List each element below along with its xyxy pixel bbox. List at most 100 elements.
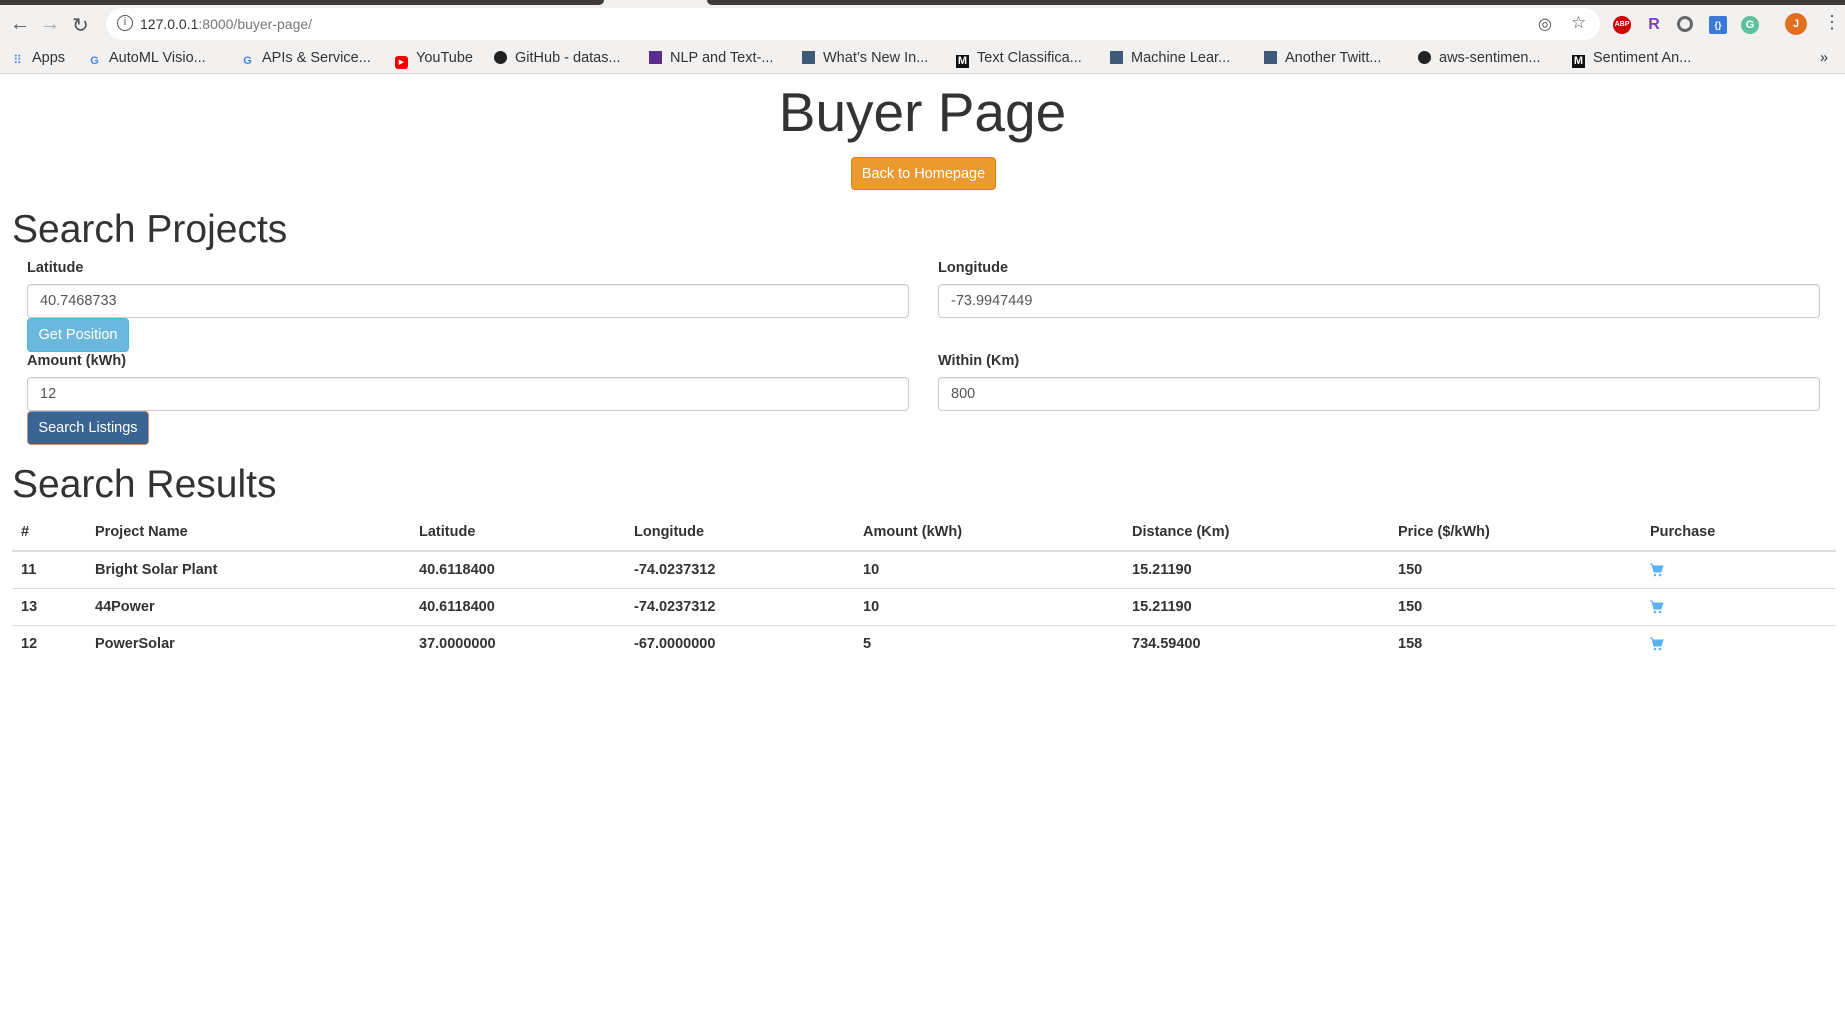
back-icon[interactable]: ← (10, 13, 30, 36)
search-listings-button[interactable]: Search Listings (27, 411, 149, 445)
address-bar[interactable]: i 127.0.0.1:8000/buyer-page/ ◎ ☆ (106, 8, 1600, 40)
bookmark-item[interactable]: NLP and Text-... (649, 50, 773, 66)
amount-label: Amount (kWh) (27, 353, 127, 369)
latitude-input[interactable] (27, 284, 909, 318)
bookmark-item[interactable]: aws-sentimen... (1418, 50, 1541, 66)
search-results-heading: Search Results (12, 463, 277, 506)
cell-col-price: 150 (1398, 599, 1423, 615)
github-icon (494, 51, 507, 64)
browser-toolbar: ← → ↻ i 127.0.0.1:8000/buyer-page/ ◎ ☆ A… (0, 5, 1845, 43)
bookmark-icon (649, 51, 662, 64)
google-icon: G (243, 55, 252, 67)
cell-col-project-name: Bright Solar Plant (95, 562, 218, 578)
star-icon[interactable]: ☆ (1571, 13, 1586, 33)
page-icon (1110, 51, 1123, 64)
cell-col-id: 13 (21, 599, 38, 615)
url-text: 127.0.0.1:8000/buyer-page/ (140, 16, 312, 32)
cell-col-latitude: 40.6118400 (419, 599, 495, 615)
forward-icon[interactable]: → (40, 13, 60, 36)
bookmark-label: YouTube (416, 50, 473, 66)
url-host: 127.0.0.1 (140, 16, 199, 32)
cell-col-distance: 15.21190 (1132, 562, 1192, 578)
header-col-amount: Amount (kWh) (863, 524, 963, 540)
google-icon: G (90, 55, 99, 67)
bookmark-label: APIs & Service... (262, 50, 371, 66)
bookmark-label: aws-sentimen... (1439, 50, 1541, 66)
bookmark-label: NLP and Text-... (670, 50, 774, 66)
bookmark-label: Machine Lear... (1131, 50, 1231, 66)
cell-col-project-name: 44Power (95, 599, 155, 615)
bookmark-item[interactable]: G APIs & Service... (241, 50, 371, 68)
amount-input[interactable] (27, 377, 909, 411)
bookmark-label: What’s New In... (823, 50, 929, 66)
cell-col-longitude: -74.0237312 (634, 599, 716, 615)
reload-icon[interactable]: ↻ (72, 13, 89, 38)
page-icon (802, 51, 815, 64)
bookmark-item[interactable]: GitHub - datas... (494, 50, 621, 66)
get-position-button[interactable]: Get Position (27, 318, 129, 352)
profile-avatar[interactable]: J (1785, 13, 1807, 35)
back-to-homepage-button[interactable]: Back to Homepage (851, 157, 996, 190)
url-path: :8000/buyer-page/ (198, 16, 313, 32)
page-title: Buyer Page (778, 81, 1067, 143)
bookmark-item[interactable]: M Sentiment An... (1572, 50, 1691, 68)
page-icon (1264, 51, 1277, 64)
cell-col-price: 150 (1398, 562, 1423, 578)
latitude-label: Latitude (27, 260, 84, 276)
bookmark-item[interactable]: Another Twitt... (1264, 50, 1381, 66)
bookmark-apps[interactable]: ⠿ Apps (11, 50, 65, 67)
bookmark-label: GitHub - datas... (515, 50, 621, 66)
search-projects-heading: Search Projects (12, 208, 288, 251)
menu-icon[interactable]: ⋮ (1823, 12, 1841, 33)
longitude-label: Longitude (938, 260, 1009, 276)
bookmark-label: AutoML Visio... (109, 50, 206, 66)
cell-col-longitude: -74.0237312 (634, 562, 716, 578)
cell-col-amount: 10 (863, 599, 880, 615)
header-col-id: # (21, 524, 30, 540)
bookmark-item[interactable]: M Text Classifica... (956, 50, 1082, 68)
github-icon (1418, 51, 1431, 64)
bookmark-label: Sentiment An... (1593, 50, 1692, 66)
within-label: Within (Km) (938, 353, 1020, 369)
bookmark-item[interactable]: ▶ YouTube (395, 50, 473, 69)
cell-col-project-name: PowerSolar (95, 636, 175, 652)
bookmark-item[interactable]: G AutoML Visio... (88, 50, 206, 68)
sync-extension-icon[interactable] (1677, 16, 1693, 32)
header-col-purchase: Purchase (1650, 524, 1716, 540)
info-icon[interactable]: i (117, 15, 133, 31)
cell-col-longitude: -67.0000000 (634, 636, 716, 652)
cell-col-id: 11 (21, 562, 37, 578)
header-col-longitude: Longitude (634, 524, 705, 540)
bookmarks-bar: ⠿ Apps G AutoML Visio... G APIs & Service..… (0, 43, 1845, 74)
r-extension-icon[interactable]: R (1645, 16, 1663, 34)
cell-col-distance: 734.59400 (1132, 636, 1201, 652)
more-bookmarks-button[interactable]: » (1820, 50, 1828, 66)
cell-col-distance: 15.21190 (1132, 599, 1192, 615)
cart-icon[interactable] (1650, 600, 1664, 614)
cell-col-latitude: 40.6118400 (419, 562, 495, 578)
cart-icon[interactable] (1650, 637, 1664, 651)
longitude-input[interactable] (938, 284, 1820, 318)
bookmark-label: Text Classifica... (977, 50, 1082, 66)
bookmark-item[interactable]: What’s New In... (802, 50, 928, 66)
apps-grid-icon: ⠿ (13, 53, 22, 67)
header-divider (12, 550, 1836, 552)
header-col-distance: Distance (Km) (1132, 524, 1230, 540)
bookmark-label: Another Twitt... (1285, 50, 1382, 66)
within-input[interactable] (938, 377, 1820, 411)
bookmark-label: Apps (32, 50, 66, 66)
location-icon[interactable]: ◎ (1538, 14, 1552, 34)
cart-icon[interactable] (1650, 563, 1664, 577)
bookmark-item[interactable]: Machine Lear... (1110, 50, 1230, 66)
row-divider (12, 588, 1836, 589)
cell-col-latitude: 37.0000000 (419, 636, 496, 652)
youtube-icon: ▶ (395, 56, 408, 69)
json-extension-icon[interactable]: {} (1709, 16, 1727, 34)
adblock-icon[interactable]: ABP (1613, 16, 1631, 34)
cell-col-amount: 5 (863, 636, 872, 652)
grammarly-icon[interactable]: G (1741, 16, 1759, 34)
header-col-latitude: Latitude (419, 524, 476, 540)
medium-icon: M (956, 55, 969, 68)
cell-col-price: 158 (1398, 636, 1423, 652)
cell-col-amount: 10 (863, 562, 880, 578)
